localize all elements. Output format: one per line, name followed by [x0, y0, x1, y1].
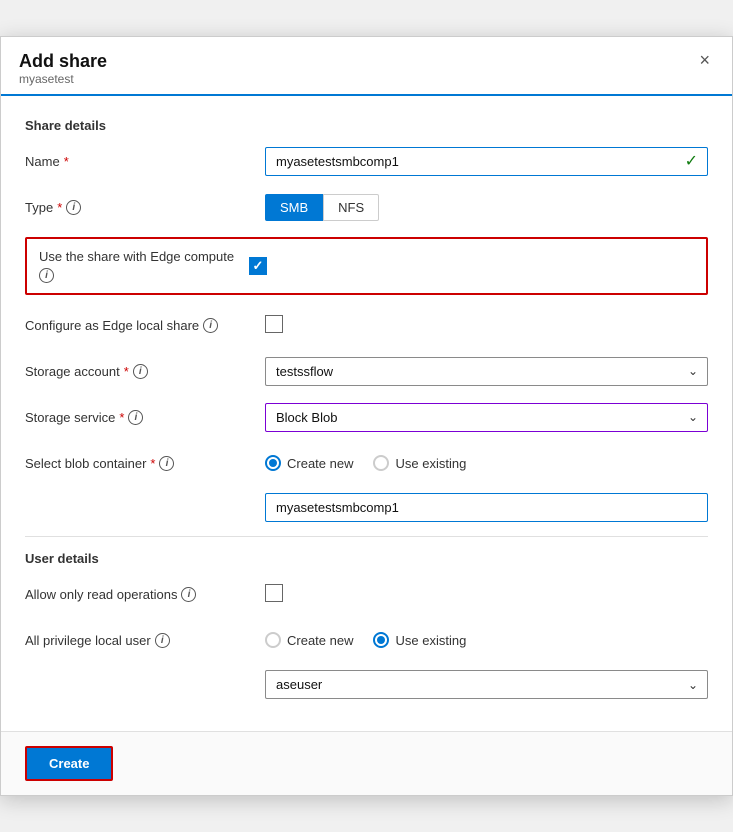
dialog-footer: Create — [1, 731, 732, 795]
smb-toggle[interactable]: SMB — [265, 194, 323, 221]
blob-use-existing-radio[interactable] — [373, 455, 389, 471]
dialog-title-group: Add share myasetest — [19, 51, 107, 86]
configure-local-checkbox[interactable] — [265, 315, 283, 333]
user-details-section-label: User details — [25, 551, 708, 566]
share-details-section-label: Share details — [25, 118, 708, 133]
privilege-user-dropdown-row: aseuser ⌄ — [25, 670, 708, 699]
privilege-use-existing-option[interactable]: Use existing — [373, 632, 466, 648]
dialog-body: Share details Name * ✓ Type * i SMB NF — [1, 96, 732, 731]
privilege-user-select[interactable]: aseuser — [265, 670, 708, 699]
storage-service-select-area: Block Blob Page Blob Azure Files ⌄ — [265, 403, 708, 432]
name-required-star: * — [64, 154, 69, 169]
name-label: Name * — [25, 154, 265, 169]
blob-container-row: Select blob container * i Create new Use… — [25, 447, 708, 479]
storage-service-label: Storage service * i — [25, 410, 265, 425]
read-only-checkbox[interactable] — [265, 584, 283, 602]
type-label: Type * i — [25, 200, 265, 215]
storage-service-row: Storage service * i Block Blob Page Blob… — [25, 401, 708, 433]
create-button[interactable]: Create — [25, 746, 113, 781]
storage-service-required-star: * — [119, 410, 124, 425]
storage-account-select-area: testssflow ⌄ — [265, 357, 708, 386]
blob-use-existing-option[interactable]: Use existing — [373, 455, 466, 471]
privilege-user-radio-area: Create new Use existing — [265, 632, 708, 648]
storage-account-select[interactable]: testssflow — [265, 357, 708, 386]
blob-create-new-option[interactable]: Create new — [265, 455, 353, 471]
storage-account-info-icon[interactable]: i — [133, 364, 148, 379]
blob-container-required-star: * — [150, 456, 155, 471]
close-button[interactable]: × — [695, 51, 714, 69]
read-only-label: Allow only read operations i — [25, 587, 265, 602]
edge-compute-info-icon[interactable]: i — [39, 268, 54, 283]
type-toggle-area: SMB NFS — [265, 194, 708, 221]
blob-create-new-radio[interactable] — [265, 455, 281, 471]
privilege-dropdown-spacer — [25, 670, 265, 699]
privilege-user-dropdown-area: aseuser ⌄ — [265, 670, 708, 699]
storage-account-required-star: * — [124, 364, 129, 379]
privilege-user-label: All privilege local user i — [25, 633, 265, 648]
storage-service-info-icon[interactable]: i — [128, 410, 143, 425]
type-info-icon[interactable]: i — [66, 200, 81, 215]
type-toggle-group: SMB NFS — [265, 194, 708, 221]
blob-container-input-area — [265, 493, 708, 522]
edge-compute-label: Use the share with Edge compute i — [39, 249, 249, 283]
privilege-create-new-radio[interactable] — [265, 632, 281, 648]
name-input-area: ✓ — [265, 147, 708, 176]
dialog-header: Add share myasetest × — [1, 37, 732, 96]
blob-container-input[interactable] — [265, 493, 708, 522]
privilege-create-new-option[interactable]: Create new — [265, 632, 353, 648]
configure-local-checkbox-area — [265, 315, 708, 336]
privilege-user-info-icon[interactable]: i — [155, 633, 170, 648]
blob-container-radio-area: Create new Use existing — [265, 455, 708, 471]
edge-compute-checkbox[interactable] — [249, 257, 267, 275]
storage-account-label: Storage account * i — [25, 364, 265, 379]
privilege-user-row: All privilege local user i Create new Us… — [25, 624, 708, 656]
read-only-checkbox-area — [265, 584, 708, 605]
dialog-subtitle: myasetest — [19, 72, 107, 86]
name-row: Name * ✓ — [25, 145, 708, 177]
name-input[interactable] — [265, 147, 708, 176]
blob-input-spacer — [25, 493, 265, 522]
edge-compute-checkbox-area — [249, 257, 694, 275]
privilege-use-existing-radio[interactable] — [373, 632, 389, 648]
storage-service-select[interactable]: Block Blob Page Blob Azure Files — [265, 403, 708, 432]
edge-compute-row: Use the share with Edge compute i — [25, 237, 708, 295]
type-required-star: * — [57, 200, 62, 215]
read-only-info-icon[interactable]: i — [181, 587, 196, 602]
blob-container-input-row — [25, 493, 708, 522]
configure-local-label: Configure as Edge local share i — [25, 318, 265, 333]
configure-local-info-icon[interactable]: i — [203, 318, 218, 333]
blob-container-info-icon[interactable]: i — [159, 456, 174, 471]
blob-container-radio-group: Create new Use existing — [265, 455, 708, 471]
blob-container-label: Select blob container * i — [25, 456, 265, 471]
dialog-title: Add share — [19, 51, 107, 72]
storage-account-row: Storage account * i testssflow ⌄ — [25, 355, 708, 387]
add-share-dialog: Add share myasetest × Share details Name… — [0, 36, 733, 796]
configure-local-row: Configure as Edge local share i — [25, 309, 708, 341]
nfs-toggle[interactable]: NFS — [323, 194, 379, 221]
read-only-row: Allow only read operations i — [25, 578, 708, 610]
section-divider — [25, 536, 708, 537]
name-check-icon: ✓ — [685, 151, 698, 171]
privilege-user-radio-group: Create new Use existing — [265, 632, 708, 648]
type-row: Type * i SMB NFS — [25, 191, 708, 223]
